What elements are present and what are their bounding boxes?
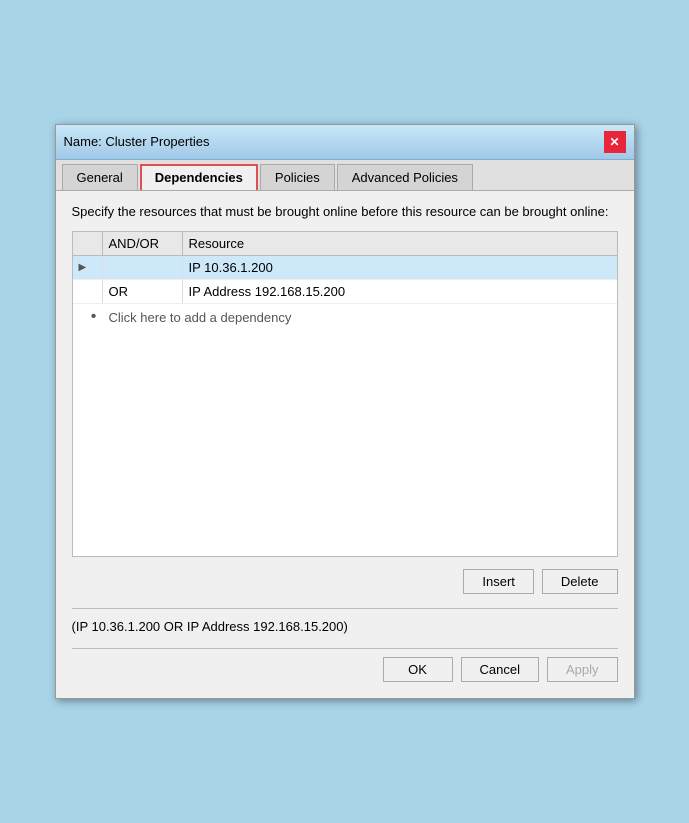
row2-resource: IP Address 192.168.15.200 xyxy=(183,280,617,303)
col-resource: Resource xyxy=(183,232,617,255)
add-dot-icon: • xyxy=(79,308,109,326)
tab-policies[interactable]: Policies xyxy=(260,164,335,190)
row-arrow-icon: ▶ xyxy=(79,262,87,273)
delete-button[interactable]: Delete xyxy=(542,569,618,594)
divider xyxy=(72,608,618,609)
dialog-window: Name: Cluster Properties ✕ General Depen… xyxy=(55,124,635,699)
insert-button[interactable]: Insert xyxy=(463,569,534,594)
row2-indicator xyxy=(73,280,103,303)
title-bar: Name: Cluster Properties ✕ xyxy=(56,125,634,160)
tab-bar: General Dependencies Policies Advanced P… xyxy=(56,160,634,191)
tab-general[interactable]: General xyxy=(62,164,138,190)
add-dependency-row[interactable]: • Click here to add a dependency xyxy=(73,304,617,330)
row2-and-or: OR xyxy=(103,280,183,303)
description-text: Specify the resources that must be broug… xyxy=(72,203,618,221)
add-dependency-label: Click here to add a dependency xyxy=(109,310,292,325)
tab-advanced-policies[interactable]: Advanced Policies xyxy=(337,164,473,190)
row1-resource: IP 10.36.1.200 xyxy=(183,256,617,279)
tab-content: Specify the resources that must be broug… xyxy=(56,191,634,698)
grid-body: ▶ IP 10.36.1.200 OR IP Address 192.168.1… xyxy=(73,256,617,556)
close-button[interactable]: ✕ xyxy=(604,131,626,153)
dialog-title: Name: Cluster Properties xyxy=(64,134,210,149)
dependency-grid: AND/OR Resource ▶ IP 10.36.1.200 OR IP A… xyxy=(72,231,618,557)
row1-indicator: ▶ xyxy=(73,256,103,279)
expression-display: (IP 10.36.1.200 OR IP Address 192.168.15… xyxy=(72,617,618,636)
cancel-button[interactable]: Cancel xyxy=(461,657,539,682)
bottom-button-row: OK Cancel Apply xyxy=(72,648,618,686)
table-row[interactable]: ▶ IP 10.36.1.200 xyxy=(73,256,617,280)
ok-button[interactable]: OK xyxy=(383,657,453,682)
grid-header: AND/OR Resource xyxy=(73,232,617,256)
row1-and-or xyxy=(103,256,183,279)
col-indicator xyxy=(73,232,103,255)
table-row[interactable]: OR IP Address 192.168.15.200 xyxy=(73,280,617,304)
tab-dependencies[interactable]: Dependencies xyxy=(140,164,258,190)
grid-action-buttons: Insert Delete xyxy=(72,565,618,598)
apply-button[interactable]: Apply xyxy=(547,657,618,682)
col-and-or: AND/OR xyxy=(103,232,183,255)
